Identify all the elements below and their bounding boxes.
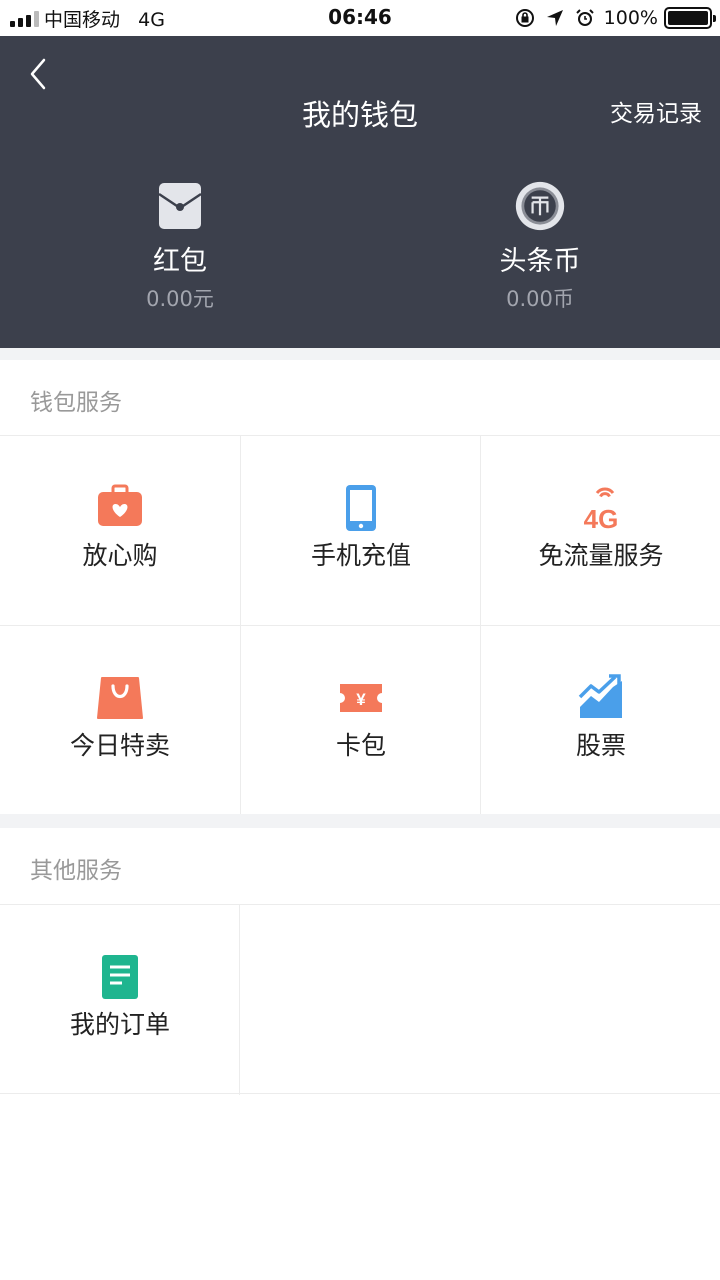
phone-icon — [346, 485, 376, 531]
service-my-orders[interactable]: 我的订单 — [0, 905, 240, 1095]
order-document-icon — [102, 955, 138, 999]
service-label: 今日特卖 — [69, 731, 170, 760]
service-card-wallet[interactable]: ¥ 卡包 — [240, 625, 480, 815]
status-bar: 中国移动 4G 06:46 100% — [0, 0, 720, 36]
service-stocks[interactable]: 股票 — [480, 625, 720, 815]
service-phone-recharge[interactable]: 手机充值 — [240, 436, 480, 626]
section-divider — [0, 814, 720, 828]
service-label: 股票 — [575, 731, 626, 760]
stock-chart-icon — [578, 674, 622, 718]
service-free-data[interactable]: 4G 免流量服务 — [480, 436, 720, 626]
service-label: 手机充值 — [310, 541, 411, 570]
section-divider — [0, 348, 720, 360]
coin-amount: 0.00币 — [506, 287, 574, 311]
orientation-lock-icon — [515, 9, 534, 27]
ticket-yuan-symbol: ¥ — [356, 690, 366, 709]
wallet-services-title: 钱包服务 — [30, 390, 122, 416]
service-label: 免流量服务 — [538, 541, 664, 570]
transaction-record-link[interactable]: 交易记录 — [610, 94, 702, 128]
battery-percentage: 100% — [603, 7, 658, 29]
location-arrow-icon — [546, 10, 563, 26]
wallet-services-grid: 放心购 手机充值 4G 免流量服务 今日特卖 ¥ 卡包 股票 — [0, 435, 720, 815]
red-envelope-amount: 0.00元 — [146, 287, 214, 311]
back-chevron-icon[interactable] — [26, 56, 50, 92]
shopping-bag-heart-icon — [98, 484, 142, 526]
4g-icon-text: 4G — [584, 504, 619, 532]
alarm-icon — [575, 9, 594, 26]
battery-icon — [664, 7, 716, 29]
coin-icon — [515, 181, 565, 231]
other-services-title: 其他服务 — [30, 858, 122, 884]
shopping-bag-icon — [97, 677, 143, 719]
coin-label: 头条币 — [499, 246, 581, 277]
other-services-grid: 我的订单 — [0, 904, 720, 1095]
service-label: 放心购 — [82, 541, 158, 570]
ticket-icon: ¥ — [340, 684, 382, 712]
service-daily-sale[interactable]: 今日特卖 — [0, 625, 240, 815]
red-envelope-label: 红包 — [153, 246, 207, 277]
service-fangxingou[interactable]: 放心购 — [0, 436, 240, 626]
wallet-header: 我的钱包 交易记录 红包 0.00元 头条币 0.00币 — [0, 36, 720, 348]
service-label: 我的订单 — [69, 1010, 170, 1039]
red-envelope-icon — [158, 183, 202, 229]
red-envelope-balance[interactable]: 红包 0.00元 — [80, 180, 280, 314]
coin-balance[interactable]: 头条币 0.00币 — [440, 180, 640, 314]
service-label: 卡包 — [335, 731, 386, 760]
4g-signal-icon: 4G — [584, 487, 619, 532]
